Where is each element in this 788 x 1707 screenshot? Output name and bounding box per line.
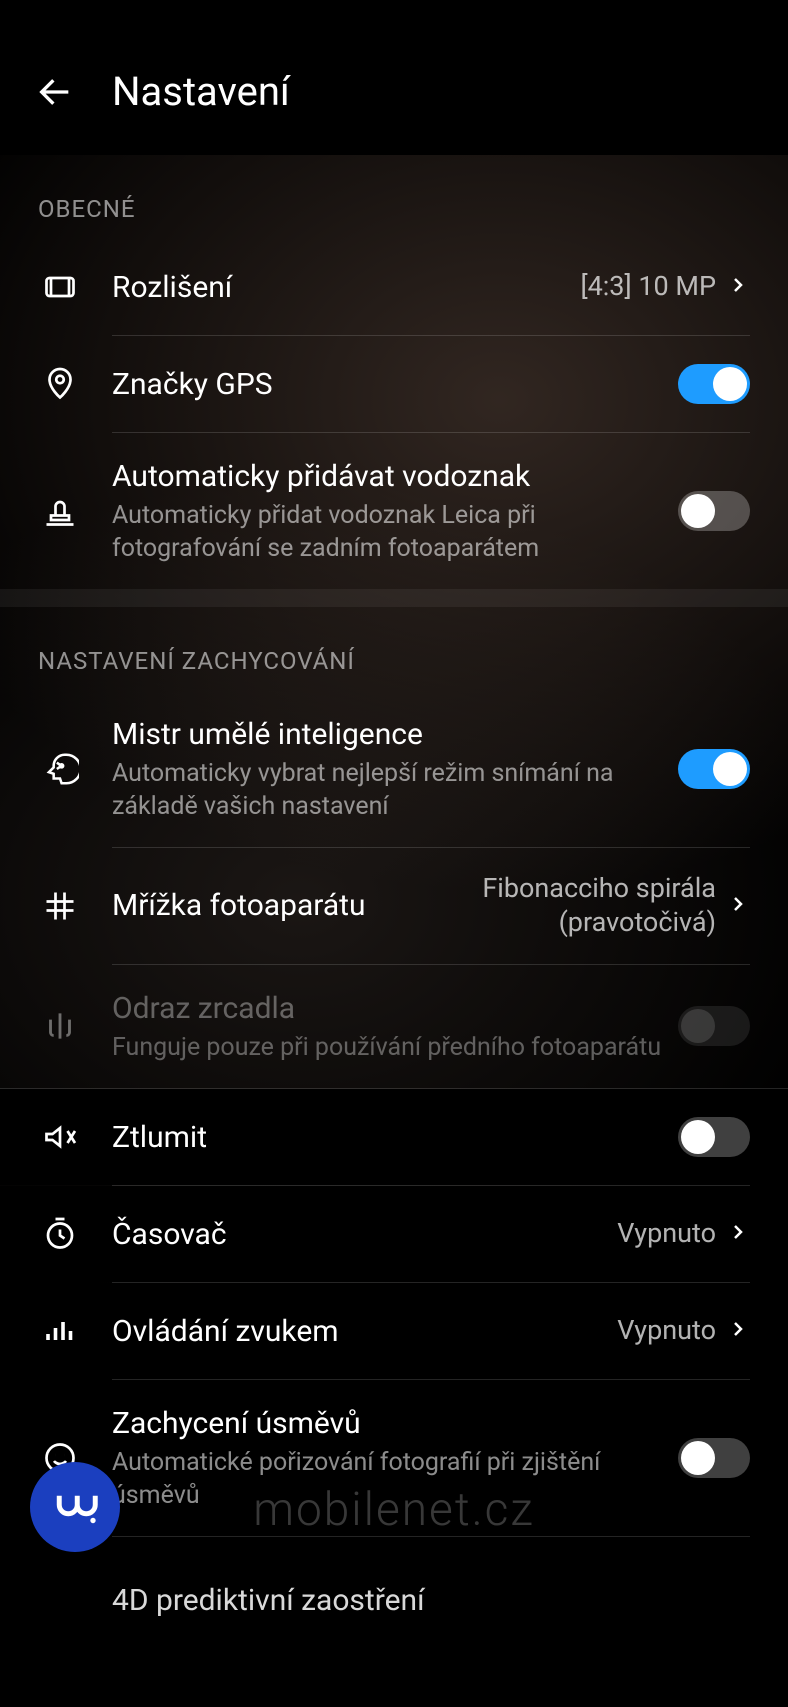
predictive-label: 4D prediktivní zaostření [112, 1581, 750, 1620]
smile-toggle[interactable] [678, 1438, 750, 1478]
mirror-toggle [678, 1006, 750, 1046]
header-bar: Nastavení [0, 0, 788, 155]
timer-value: Vypnuto [617, 1217, 716, 1251]
resolution-label: Rozlišení [112, 268, 580, 307]
row-timer[interactable]: Časovač Vypnuto [0, 1186, 788, 1282]
grid-label: Mřížka fotoaparátu [112, 886, 416, 925]
row-mirror: Odraz zrcadla Funguje pouze při používán… [0, 965, 788, 1089]
timer-label: Časovač [112, 1215, 617, 1254]
gps-toggle[interactable] [678, 364, 750, 404]
mute-toggle[interactable] [678, 1117, 750, 1157]
page-title: Nastavení [112, 68, 290, 115]
back-arrow-icon[interactable] [34, 71, 76, 113]
chevron-right-icon [726, 1317, 750, 1345]
ai-label: Mistr umělé inteligence [112, 715, 666, 754]
timer-icon [38, 1216, 82, 1252]
watermark-label: Automaticky přidávat vodoznak [112, 457, 666, 496]
row-watermark[interactable]: Automaticky přidávat vodoznak Automatick… [0, 433, 788, 589]
stamp-icon [38, 493, 82, 529]
mirror-sub: Funguje pouze při používání předního fot… [112, 1032, 666, 1065]
watermark-sub: Automaticky přidat vodoznak Leica při fo… [112, 500, 666, 565]
row-mute[interactable]: Ztlumit [0, 1089, 788, 1185]
gps-label: Značky GPS [112, 365, 666, 404]
mute-icon [38, 1119, 82, 1155]
chevron-right-icon [726, 273, 750, 301]
location-pin-icon [38, 366, 82, 402]
section-separator [0, 589, 788, 607]
resolution-value: [4:3] 10 MP [580, 270, 716, 304]
section-header-general: OBECNÉ [0, 155, 788, 239]
audio-label: Ovládání zvukem [112, 1312, 617, 1351]
ai-head-icon [38, 750, 82, 788]
chevron-right-icon [726, 892, 750, 920]
row-audio-control[interactable]: Ovládání zvukem Vypnuto [0, 1283, 788, 1379]
audio-bars-icon [38, 1313, 82, 1349]
chevron-right-icon [726, 1220, 750, 1248]
ai-sub: Automaticky vybrat nejlepší režim snímán… [112, 758, 666, 823]
row-ai[interactable]: Mistr umělé inteligence Automaticky vybr… [0, 691, 788, 847]
mirror-label: Odraz zrcadla [112, 989, 666, 1028]
grid-value: Fibonacciho spirála (pravotočivá) [416, 872, 716, 940]
smile-label: Zachycení úsměvů [112, 1404, 666, 1443]
smile-sub: Automatické pořizování fotografií při zj… [112, 1447, 666, 1512]
ai-toggle[interactable] [678, 749, 750, 789]
watermark-toggle[interactable] [678, 491, 750, 531]
row-gps[interactable]: Značky GPS [0, 336, 788, 432]
grid-icon [38, 888, 82, 924]
audio-value: Vypnuto [617, 1314, 716, 1348]
resolution-icon [38, 269, 82, 305]
row-predictive-focus[interactable]: 4D prediktivní zaostření [0, 1537, 788, 1633]
logo-badge-icon [30, 1462, 120, 1552]
mirror-icon [38, 1007, 82, 1045]
row-grid[interactable]: Mřížka fotoaparátu Fibonacciho spirála (… [0, 848, 788, 964]
row-resolution[interactable]: Rozlišení [4:3] 10 MP [0, 239, 788, 335]
mute-label: Ztlumit [112, 1118, 666, 1157]
section-header-capture: NASTAVENÍ ZACHYCOVÁNÍ [0, 607, 788, 691]
